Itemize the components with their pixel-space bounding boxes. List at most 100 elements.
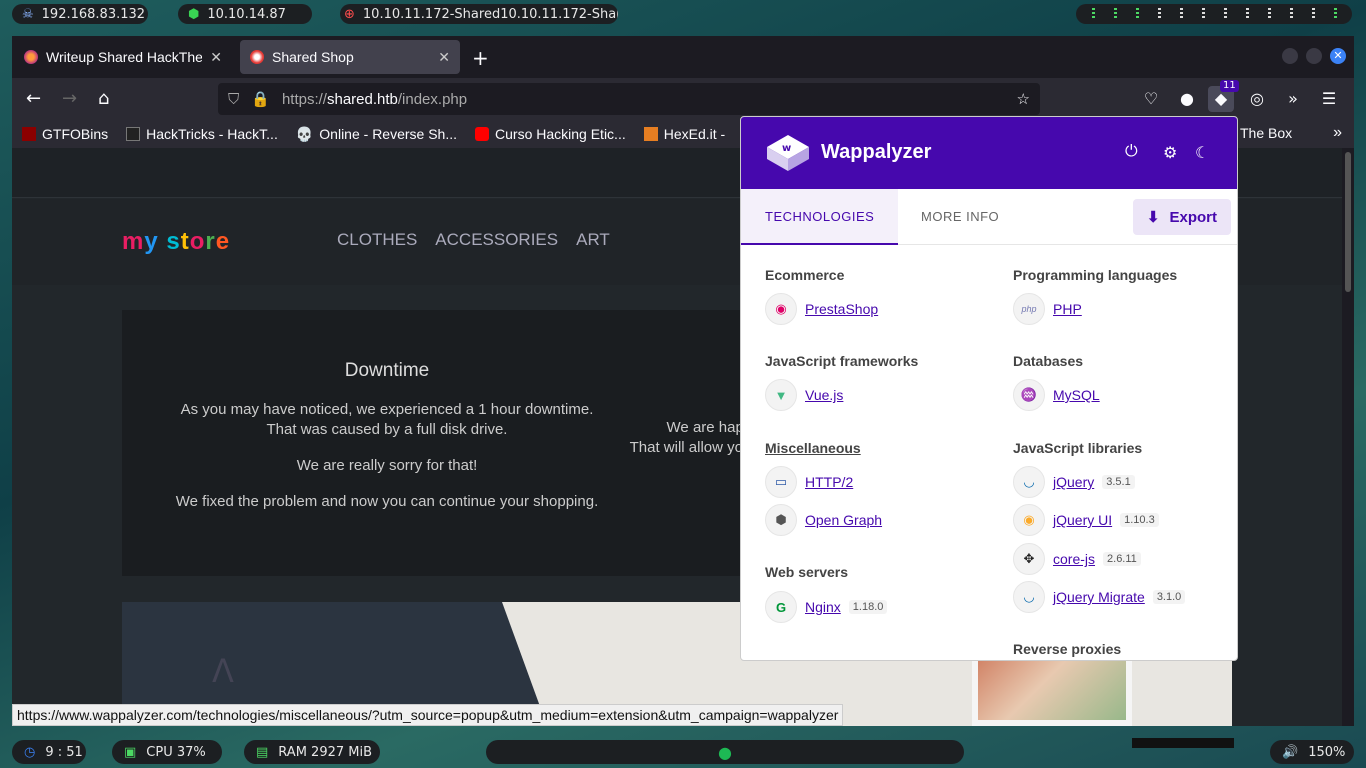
tab-writeup[interactable]: Writeup Shared HackThe ✕ (14, 40, 232, 74)
status-link-preview: https://www.wappalyzer.com/technologies/… (12, 704, 844, 726)
bookmark-hacktricks[interactable]: HackTricks - HackT... (126, 126, 278, 142)
tech-vuejs[interactable]: ▼ Vue.js (765, 379, 843, 411)
jquery-ui-icon: ◉ (1013, 504, 1045, 536)
maximize-button[interactable] (1306, 48, 1322, 64)
bookmarks-overflow-icon[interactable]: » (1333, 124, 1342, 142)
ram-usage: RAM 2927 MiB (278, 744, 373, 760)
close-tab-icon[interactable]: ✕ (438, 49, 450, 66)
bookmark-reverse-shell[interactable]: 💀 Online - Reverse Sh... (296, 126, 457, 143)
back-icon[interactable]: ← (26, 88, 41, 109)
extension-glasses-icon[interactable]: ◎ (1244, 86, 1270, 112)
menu-clothes[interactable]: CLOTHES (337, 230, 417, 250)
category-web-servers: Web servers (765, 564, 849, 580)
skull-icon: 💀 (295, 125, 314, 142)
workspace-indicator[interactable] (1076, 4, 1352, 24)
url-text[interactable]: https://shared.htb/index.php (282, 91, 467, 108)
bookmark-hexed[interactable]: HexEd.it - (643, 126, 725, 142)
tab-technologies[interactable]: TECHNOLOGIES (741, 189, 899, 245)
store-menu: CLOTHES ACCESSORIES ART (337, 230, 610, 250)
spotify-icon[interactable]: ● (718, 743, 732, 762)
opengraph-icon: ⬢ (765, 504, 797, 536)
downtime-line-1: As you may have noticed, we experienced … (180, 401, 594, 418)
tech-php[interactable]: php PHP (1013, 293, 1082, 325)
skull-icon: ☠ (22, 6, 34, 22)
category-js-frameworks: JavaScript frameworks (765, 353, 919, 369)
hero-logo-mark: Λ (212, 652, 234, 690)
category-reverse-proxies: Reverse proxies (1013, 641, 1122, 657)
url-bar[interactable]: ⛉ 🔒 https://shared.htb/index.php ☆ (218, 83, 1040, 115)
cpu-usage: CPU 37% (146, 744, 206, 760)
forward-icon[interactable]: → (62, 88, 77, 109)
export-button[interactable]: ⬇ Export (1132, 199, 1231, 235)
tab-more-info[interactable]: MORE INFO (897, 189, 1023, 245)
media-widget[interactable]: ● (486, 740, 964, 764)
downtime-fixed: We fixed the problem and now you can con… (175, 493, 599, 510)
hacktricks-icon (126, 127, 141, 141)
html5-icon (643, 127, 658, 141)
extension-badge: 11 (1220, 80, 1239, 92)
tech-mysql[interactable]: ♒ MySQL (1013, 379, 1100, 411)
close-tab-icon[interactable]: ✕ (210, 49, 222, 66)
downtime-line-2: That was caused by a full disk drive. (266, 421, 508, 438)
wappalyzer-extension-button[interactable]: ◆ 11 (1208, 80, 1239, 112)
tab-strip: Writeup Shared HackThe ✕ Shared Shop ✕ +… (12, 36, 1354, 78)
tech-version: 2.6.11 (1103, 552, 1141, 566)
cpu-widget: ▣ CPU 37% (112, 740, 222, 764)
extension-fox-icon[interactable]: ● (1174, 86, 1200, 112)
store-logo[interactable]: my store (122, 228, 230, 256)
tech-opengraph[interactable]: ⬢ Open Graph (765, 504, 882, 536)
new-tab-button[interactable]: + (472, 46, 489, 70)
settings-gear-icon[interactable]: ⚙ (1163, 143, 1177, 163)
tech-jquery-migrate[interactable]: ◡ jQuery Migrate 3.1.0 (1013, 581, 1186, 613)
cpu-icon: ▣ (124, 744, 137, 760)
shop-favicon-icon (250, 50, 264, 64)
tech-jquery[interactable]: ◡ jQuery 3.5.1 (1013, 466, 1135, 498)
tech-corejs[interactable]: ✥ core-js 2.6.11 (1013, 543, 1141, 575)
home-icon[interactable]: ⌂ (98, 88, 109, 109)
toggle-icon[interactable]: ⏻ (1125, 143, 1138, 161)
shield-icon[interactable]: ⛉ (228, 91, 239, 108)
wappalyzer-brand: Wappalyzer (821, 141, 932, 163)
volume-level: 150% (1308, 744, 1346, 760)
moon-icon[interactable]: ☾ (1195, 143, 1209, 163)
ram-widget: ▤ RAM 2927 MiB (244, 740, 380, 764)
page-scrollbar[interactable] (1342, 148, 1354, 726)
close-window-button[interactable]: ✕ (1330, 48, 1346, 64)
writeup-favicon-icon (24, 50, 38, 64)
svg-text:w: w (782, 143, 791, 154)
tech-prestashop[interactable]: ◉ PrestaShop (765, 293, 878, 325)
gtfobins-icon (22, 127, 36, 141)
lock-icon[interactable]: 🔒 (251, 90, 270, 108)
tab-shared-shop[interactable]: Shared Shop ✕ (240, 40, 460, 74)
wappalyzer-tabs: TECHNOLOGIES MORE INFO ⬇ Export (741, 189, 1237, 245)
scrollbar-thumb[interactable] (1345, 152, 1351, 292)
nav-toolbar: ← → ⌂ ⛉ 🔒 https://shared.htb/index.php ☆… (12, 78, 1354, 120)
crosshair-icon: ⊕ (344, 6, 355, 22)
clock-icon: ◷ (24, 744, 36, 760)
export-label: Export (1169, 208, 1217, 226)
downtime-title: Downtime (344, 360, 430, 381)
window-controls: ✕ (1282, 48, 1346, 64)
tech-nginx[interactable]: G Nginx 1.18.0 (765, 591, 888, 623)
menu-art[interactable]: ART (576, 230, 610, 250)
volume-widget[interactable]: 🔊 150% (1270, 740, 1354, 764)
host-ip: 192.168.83.132 (41, 6, 146, 22)
vpn-ip: 10.10.14.87 (207, 6, 286, 22)
tech-version: 1.10.3 (1120, 513, 1159, 527)
pocket-icon[interactable]: ♡ (1138, 86, 1164, 112)
bookmark-gtfobins[interactable]: GTFOBins (22, 126, 108, 142)
menu-accessories[interactable]: ACCESSORIES (435, 230, 558, 250)
tray-blank (1132, 738, 1234, 748)
category-js-libraries: JavaScript libraries (1013, 440, 1143, 456)
bookmark-curso[interactable]: Curso Hacking Etic... (475, 126, 626, 142)
category-miscellaneous[interactable]: Miscellaneous (765, 440, 861, 456)
bookmark-star-icon[interactable]: ☆ (1017, 90, 1030, 108)
minimize-button[interactable] (1282, 48, 1298, 64)
menu-hamburger-icon[interactable]: ☰ (1316, 86, 1342, 112)
system-top-bar: ☠ 192.168.83.132 ⬢ 10.10.14.87 ⊕ 10.10.1… (0, 0, 1366, 28)
bookmark-the-box[interactable]: The Box (1240, 125, 1292, 141)
overflow-chevron-icon[interactable]: » (1280, 86, 1306, 112)
tech-jquery-ui[interactable]: ◉ jQuery UI 1.10.3 (1013, 504, 1159, 536)
tech-http2[interactable]: ▭ HTTP/2 (765, 466, 853, 498)
jquery-migrate-icon: ◡ (1013, 581, 1045, 613)
